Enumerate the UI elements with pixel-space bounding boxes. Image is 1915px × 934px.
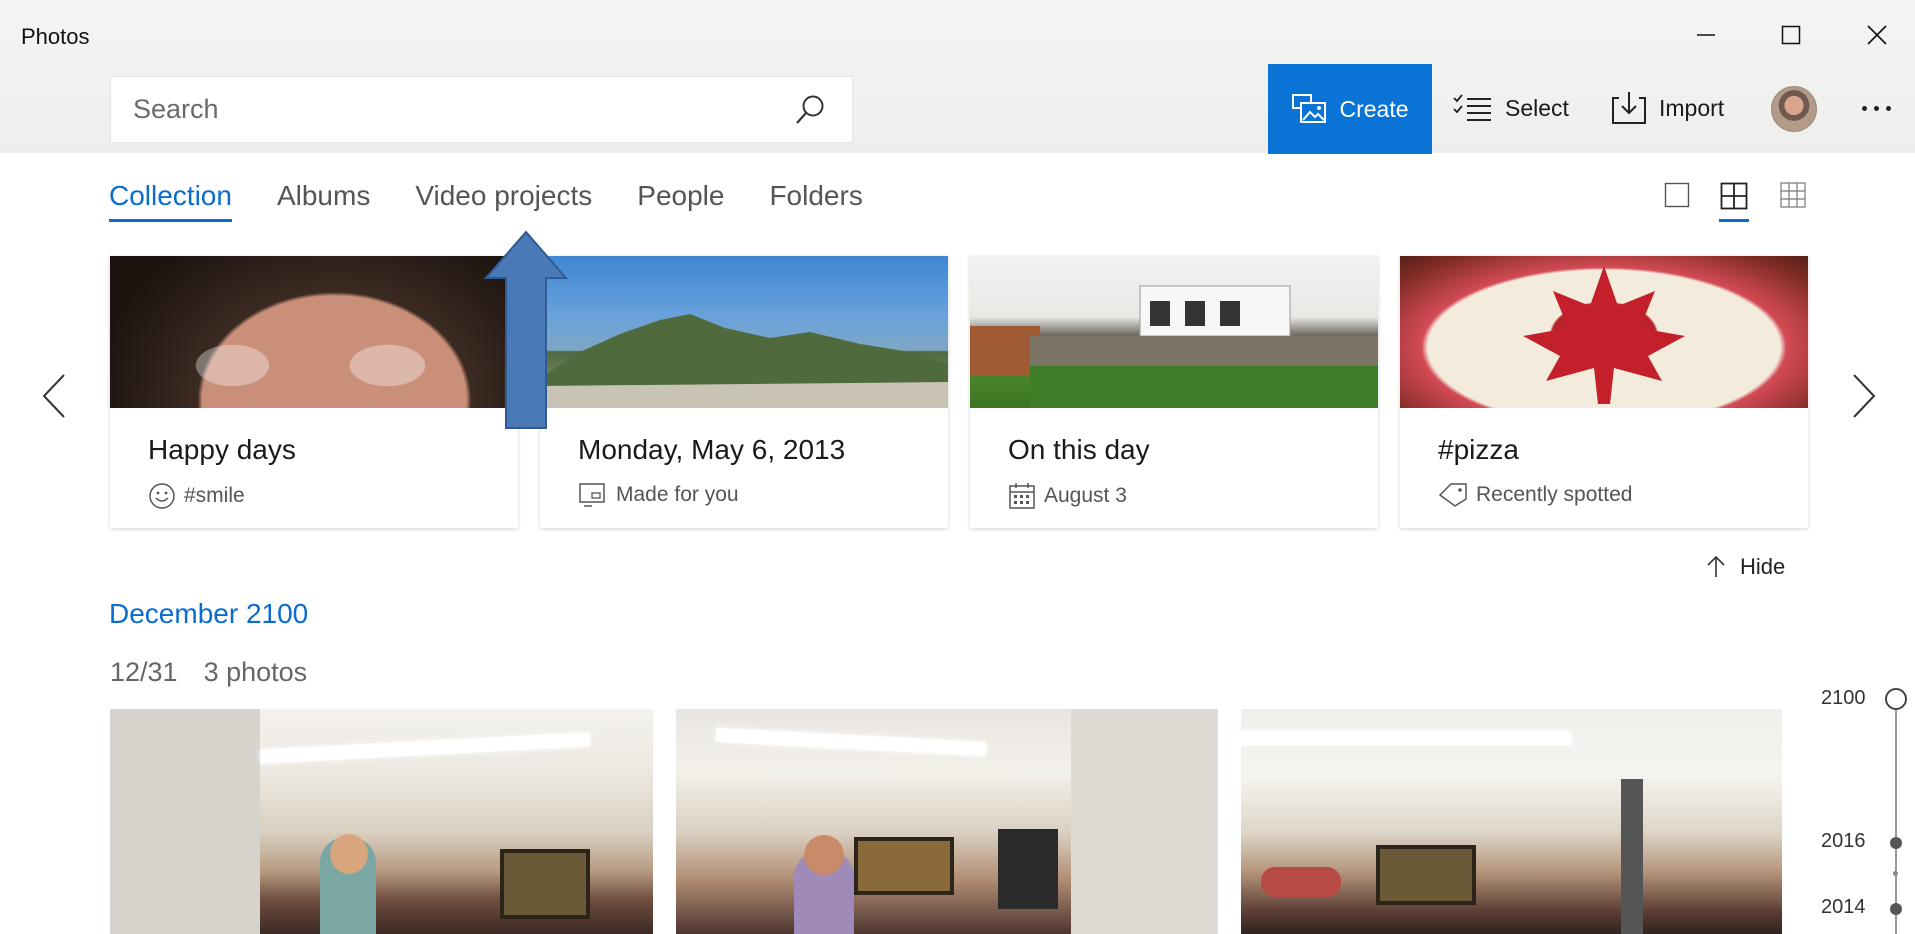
- tab-people[interactable]: People: [637, 180, 724, 222]
- photo-thumbnail[interactable]: [676, 709, 1218, 934]
- arrow-up-icon: [1707, 555, 1725, 577]
- card-subtitle-text: #smile: [184, 484, 245, 507]
- search-icon[interactable]: [794, 94, 826, 133]
- create-button[interactable]: Create: [1268, 64, 1432, 154]
- timeline-current-marker[interactable]: [1885, 688, 1907, 710]
- tab-albums[interactable]: Albums: [277, 180, 370, 222]
- card-thumbnail: [1400, 256, 1808, 408]
- create-icon: [1292, 94, 1327, 123]
- carousel-prev-button[interactable]: [34, 366, 74, 426]
- maximize-icon: [1781, 25, 1801, 45]
- four-grid-icon: [1720, 182, 1748, 210]
- card-thumbnail: [110, 256, 518, 408]
- section-month-heading[interactable]: December 2100: [109, 598, 308, 630]
- card-subtitle-text: Recently spotted: [1476, 483, 1633, 506]
- house-garden: [970, 285, 1378, 408]
- nav-tabs: Collection Albums Video projects People …: [109, 180, 908, 222]
- timeline-year-dot: [1890, 837, 1902, 849]
- memory-card[interactable]: Monday, May 6, 2013 Made for you: [540, 256, 948, 528]
- slideshow-icon: [579, 483, 605, 507]
- view-small-grid-button[interactable]: [1773, 178, 1813, 222]
- tab-collection[interactable]: Collection: [109, 180, 232, 222]
- tab-video-projects[interactable]: Video projects: [415, 180, 592, 222]
- search-input[interactable]: [111, 79, 751, 140]
- single-square-icon: [1664, 182, 1690, 208]
- section-meta: 12/31 3 photos: [110, 657, 307, 688]
- date-timeline-scrubber[interactable]: 2100 2016 2014: [1815, 680, 1915, 934]
- memory-card[interactable]: #pizza Recently spotted: [1400, 256, 1808, 528]
- create-label: Create: [1339, 95, 1409, 122]
- card-title: On this day: [1008, 434, 1150, 465]
- maple-leaf-cake: [1523, 266, 1685, 404]
- calendar-icon: [1009, 483, 1035, 509]
- view-single-button[interactable]: [1657, 178, 1697, 222]
- card-thumbnail: [540, 256, 948, 408]
- chevron-left-icon: [42, 374, 65, 418]
- hide-button[interactable]: Hide: [1706, 554, 1785, 580]
- memory-card[interactable]: On this day August 3: [970, 256, 1378, 528]
- account-avatar[interactable]: [1771, 86, 1817, 132]
- maximize-button[interactable]: [1761, 10, 1821, 60]
- select-label: Select: [1505, 94, 1569, 121]
- card-title: Monday, May 6, 2013: [578, 434, 846, 465]
- app-title: Photos: [21, 24, 90, 49]
- timeline-year[interactable]: 2014: [1821, 896, 1866, 919]
- close-button[interactable]: [1847, 10, 1907, 60]
- chevron-right-icon: [1853, 374, 1876, 418]
- more-options-button[interactable]: [1852, 90, 1900, 126]
- card-subtitle-text: August 3: [1044, 484, 1127, 507]
- section-photo-count: 3 photos: [203, 657, 308, 687]
- import-label: Import: [1659, 94, 1725, 121]
- nine-grid-icon: [1780, 182, 1806, 208]
- timeline-year[interactable]: 2016: [1821, 830, 1866, 853]
- card-title: Happy days: [148, 434, 296, 465]
- timeline-year[interactable]: 2100: [1821, 687, 1866, 710]
- select-list-icon: [1453, 94, 1491, 121]
- view-medium-grid-button[interactable]: [1714, 178, 1754, 222]
- card-subtitle: #smile: [148, 482, 245, 510]
- photo-thumbnail[interactable]: [1241, 709, 1782, 934]
- close-icon: [1867, 25, 1887, 45]
- import-icon: [1612, 92, 1646, 124]
- smiley-icon: [149, 483, 175, 509]
- carousel-next-button[interactable]: [1844, 366, 1884, 426]
- annotation-up-arrow-icon: [484, 230, 568, 429]
- card-subtitle: Recently spotted: [1438, 482, 1632, 508]
- more-dots-icon: [1861, 105, 1867, 111]
- minimize-button[interactable]: [1676, 10, 1736, 60]
- section-date: 12/31: [110, 657, 178, 687]
- tag-icon: [1438, 483, 1467, 507]
- memory-card[interactable]: Happy days #smile: [110, 256, 518, 528]
- card-subtitle: August 3: [1008, 482, 1127, 510]
- photo-thumbnail[interactable]: [110, 709, 653, 934]
- rock-landscape: [540, 314, 948, 408]
- minimize-icon: [1697, 34, 1715, 36]
- app-header: Photos Create Select: [0, 0, 1915, 154]
- select-button[interactable]: Select: [1453, 86, 1569, 130]
- card-subtitle: Made for you: [578, 482, 739, 508]
- card-thumbnail: [970, 256, 1378, 408]
- card-subtitle-text: Made for you: [616, 483, 739, 506]
- import-button[interactable]: Import: [1611, 86, 1724, 130]
- hide-label: Hide: [1740, 554, 1786, 579]
- card-title: #pizza: [1438, 434, 1519, 465]
- timeline-year-dot: [1890, 903, 1902, 915]
- search-box: [110, 76, 853, 143]
- tab-folders[interactable]: Folders: [769, 180, 862, 222]
